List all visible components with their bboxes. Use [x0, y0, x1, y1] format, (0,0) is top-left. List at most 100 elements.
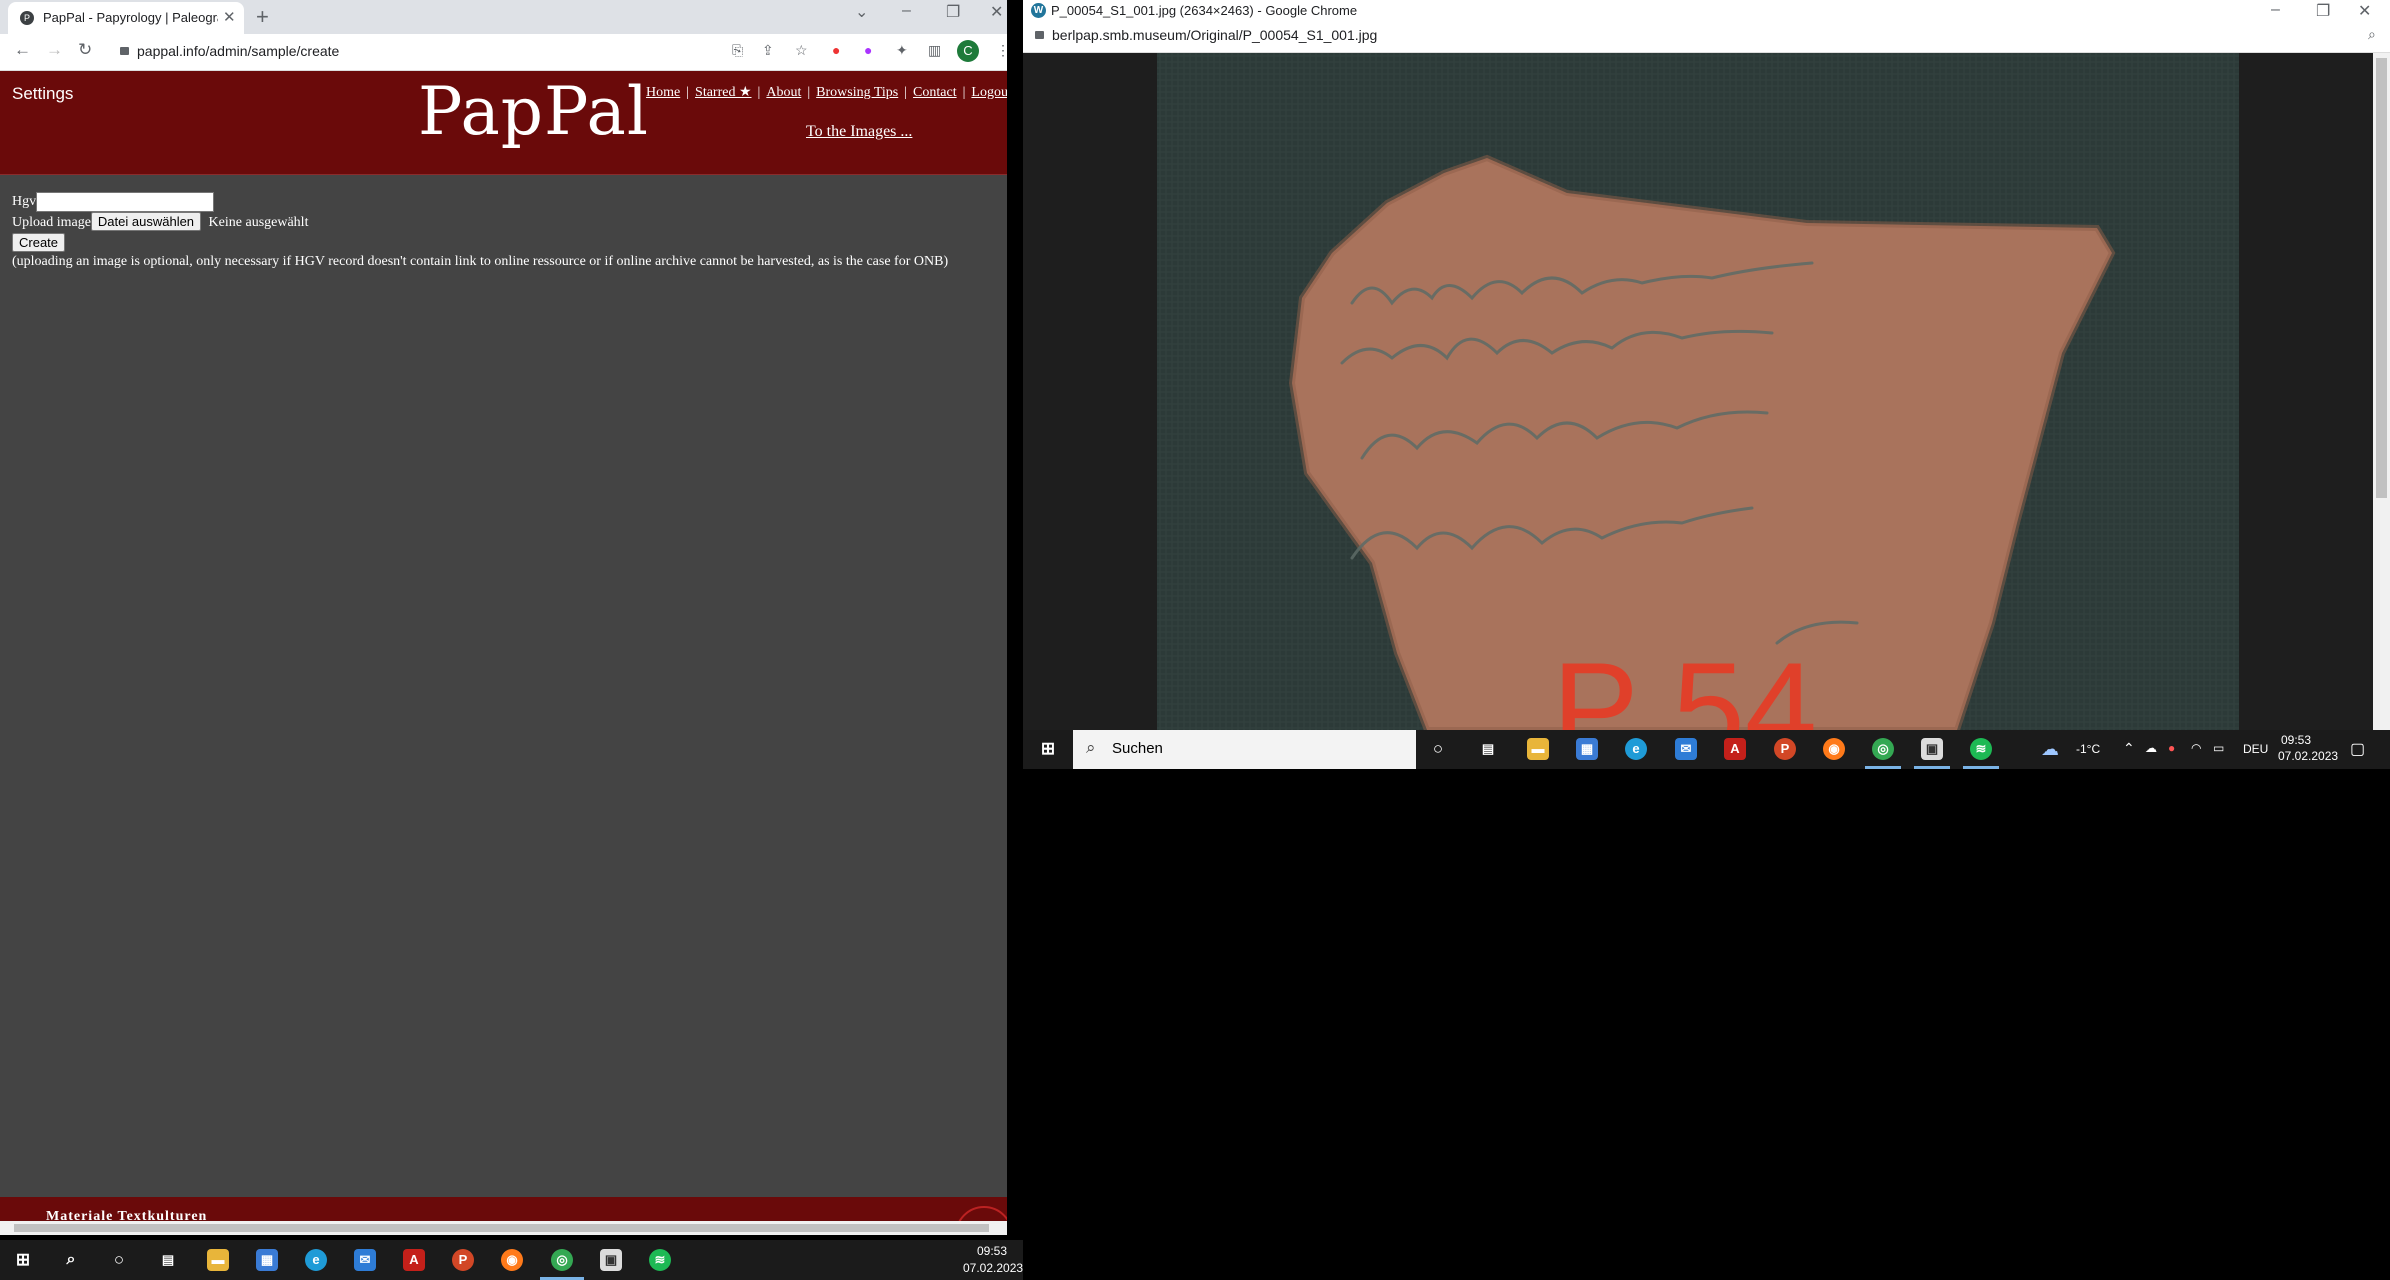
chrome-icon[interactable]: ◎ — [1872, 738, 1894, 760]
url-field[interactable]: pappal.info/admin/sample/create — [120, 40, 720, 62]
minimize-icon[interactable]: – — [902, 2, 911, 20]
edge-icon[interactable]: e — [305, 1249, 327, 1271]
menu-icon[interactable]: ⋮ — [996, 42, 1007, 59]
firefox-icon[interactable]: ◉ — [501, 1249, 523, 1271]
wifi-icon[interactable]: ◠ — [2191, 741, 2201, 755]
windows-start-icon[interactable]: ⊞ — [12, 1249, 34, 1271]
acrobat-icon[interactable]: A — [403, 1249, 425, 1271]
weather-text[interactable]: -1°C — [2076, 742, 2100, 756]
share-icon[interactable]: ⇪ — [762, 42, 774, 59]
title-bar: W P_00054_S1_001.jpg (2634×2463) - Googl… — [1023, 0, 2390, 22]
battery-icon[interactable]: ▭ — [2213, 741, 2224, 755]
show-hidden-icons-icon[interactable]: ⌃ — [2123, 740, 2135, 757]
file-explorer-icon[interactable]: ▬ — [1527, 738, 1549, 760]
settings-link[interactable]: Settings — [12, 84, 73, 104]
spotify-icon[interactable]: ≋ — [1970, 738, 1992, 760]
task-view-icon[interactable]: ▤ — [1477, 738, 1499, 760]
extensions-puzzle-icon[interactable]: ✦ — [896, 42, 908, 59]
notifications-icon[interactable]: ▢ — [2350, 739, 2365, 759]
chrome-icon[interactable]: ◎ — [551, 1249, 573, 1271]
firefox-icon[interactable]: ◉ — [1823, 738, 1845, 760]
clock-time[interactable]: 09:53 — [2281, 733, 2311, 747]
clock-date[interactable]: 07.02.2023 — [963, 1261, 1023, 1275]
ostracon-photo-svg: P 54 — [1157, 53, 2239, 730]
active-app-indicator — [1865, 766, 1901, 769]
left-browser-window: P PapPal - Papyrology | Paleograph ✕ + ⌄… — [0, 0, 1007, 1235]
language-indicator[interactable]: DEU — [2243, 742, 2268, 756]
site-favicon-icon: P — [20, 11, 34, 25]
translate-icon[interactable]: ⎘ — [732, 42, 743, 59]
app-icon[interactable]: ▣ — [600, 1249, 622, 1271]
tray-app-icon[interactable]: ● — [2168, 741, 2175, 755]
nav-contact[interactable]: Contact — [913, 85, 957, 100]
taskbar-left: ⊞ ⌕ ○ ▤ ▬ ▦ e ✉ A P ◉ ◎ ▣ ≋ 09:53 07.02.… — [0, 1240, 1023, 1280]
close-tab-icon[interactable]: ✕ — [223, 8, 236, 26]
restore-icon[interactable]: ❐ — [946, 2, 960, 22]
forward-icon[interactable]: → — [46, 40, 63, 60]
choose-file-button[interactable]: Datei auswählen — [90, 212, 202, 231]
acrobat-icon[interactable]: A — [1724, 738, 1746, 760]
nav-about[interactable]: About — [766, 85, 801, 100]
new-tab-button[interactable]: + — [256, 4, 269, 30]
nav-home[interactable]: Home — [646, 85, 680, 100]
create-button[interactable]: Create — [12, 233, 66, 252]
store-icon[interactable]: ▦ — [256, 1249, 278, 1271]
browser-tab[interactable]: P PapPal - Papyrology | Paleograph ✕ — [8, 2, 244, 34]
search-icon: ⌕ — [1086, 738, 1096, 757]
url-text: berlpap.smb.museum/Original/P_00054_S1_0… — [1052, 27, 1378, 43]
active-app-indicator — [1963, 766, 1999, 769]
to-images-link[interactable]: To the Images ... — [806, 123, 912, 141]
windows-start-icon[interactable]: ⊞ — [1037, 738, 1059, 760]
extension-icon[interactable]: ● — [864, 42, 872, 58]
clock-date[interactable]: 07.02.2023 — [2278, 749, 2338, 763]
nav-browsing-tips[interactable]: Browsing Tips — [816, 85, 898, 100]
file-explorer-icon[interactable]: ▬ — [207, 1249, 229, 1271]
active-app-indicator — [1914, 766, 1950, 769]
minimize-icon[interactable]: – — [2271, 1, 2280, 19]
mail-icon[interactable]: ✉ — [1675, 738, 1697, 760]
clock-time[interactable]: 09:53 — [977, 1244, 1007, 1258]
bookmark-star-icon[interactable]: ☆ — [795, 42, 808, 59]
onedrive-icon[interactable]: ☁ — [2145, 741, 2157, 755]
reload-icon[interactable]: ↻ — [78, 40, 92, 60]
nav-starred[interactable]: Starred ★ — [695, 85, 751, 100]
search-placeholder: Suchen — [1112, 740, 1163, 757]
zoom-icon[interactable]: ⌕ — [2368, 26, 2376, 43]
url-text: pappal.info/admin/sample/create — [137, 43, 340, 59]
side-panel-icon[interactable]: ▥ — [928, 42, 941, 59]
weather-icon[interactable]: ☁ — [2041, 739, 2059, 760]
nav-logout[interactable]: Logout — [971, 85, 1007, 100]
url-field[interactable]: berlpap.smb.museum/Original/P_00054_S1_0… — [1035, 27, 1377, 43]
taskbar-search-box[interactable]: ⌕ Suchen — [1073, 730, 1416, 769]
hgv-label: Hgv — [12, 194, 37, 210]
viewer-background — [1023, 53, 1157, 730]
store-icon[interactable]: ▦ — [1576, 738, 1598, 760]
right-browser-window: W P_00054_S1_001.jpg (2634×2463) - Googl… — [1023, 0, 2390, 730]
mail-icon[interactable]: ✉ — [354, 1249, 376, 1271]
cortana-icon[interactable]: ○ — [1427, 738, 1449, 760]
cortana-icon[interactable]: ○ — [108, 1249, 130, 1271]
edge-icon[interactable]: e — [1625, 738, 1647, 760]
task-view-icon[interactable]: ▤ — [157, 1249, 179, 1271]
lock-icon — [1035, 31, 1044, 39]
extension-icon[interactable]: ● — [832, 42, 840, 58]
hgv-input[interactable] — [36, 192, 215, 212]
ostracon-image[interactable]: P 54 — [1157, 53, 2239, 730]
search-icon[interactable]: ⌕ — [60, 1249, 82, 1271]
profile-avatar[interactable]: C — [957, 40, 979, 62]
horizontal-scrollbar-thumb[interactable] — [14, 1224, 989, 1232]
close-window-icon[interactable]: ✕ — [990, 2, 1003, 22]
address-bar-row: berlpap.smb.museum/Original/P_00054_S1_0… — [1023, 22, 2390, 53]
close-window-icon[interactable]: ✕ — [2358, 1, 2371, 21]
upload-note: (uploading an image is optional, only ne… — [12, 254, 949, 269]
upload-image-label: Upload image — [12, 215, 91, 230]
site-logo[interactable]: PapPal — [418, 73, 649, 150]
back-icon[interactable]: ← — [14, 40, 31, 60]
restore-icon[interactable]: ❐ — [2316, 1, 2330, 21]
powerpoint-icon[interactable]: P — [1774, 738, 1796, 760]
app-icon[interactable]: ▣ — [1921, 738, 1943, 760]
powerpoint-icon[interactable]: P — [452, 1249, 474, 1271]
tab-search-chevron-icon[interactable]: ⌄ — [855, 2, 868, 22]
vertical-scrollbar-thumb[interactable] — [2376, 58, 2387, 498]
spotify-icon[interactable]: ≋ — [649, 1249, 671, 1271]
